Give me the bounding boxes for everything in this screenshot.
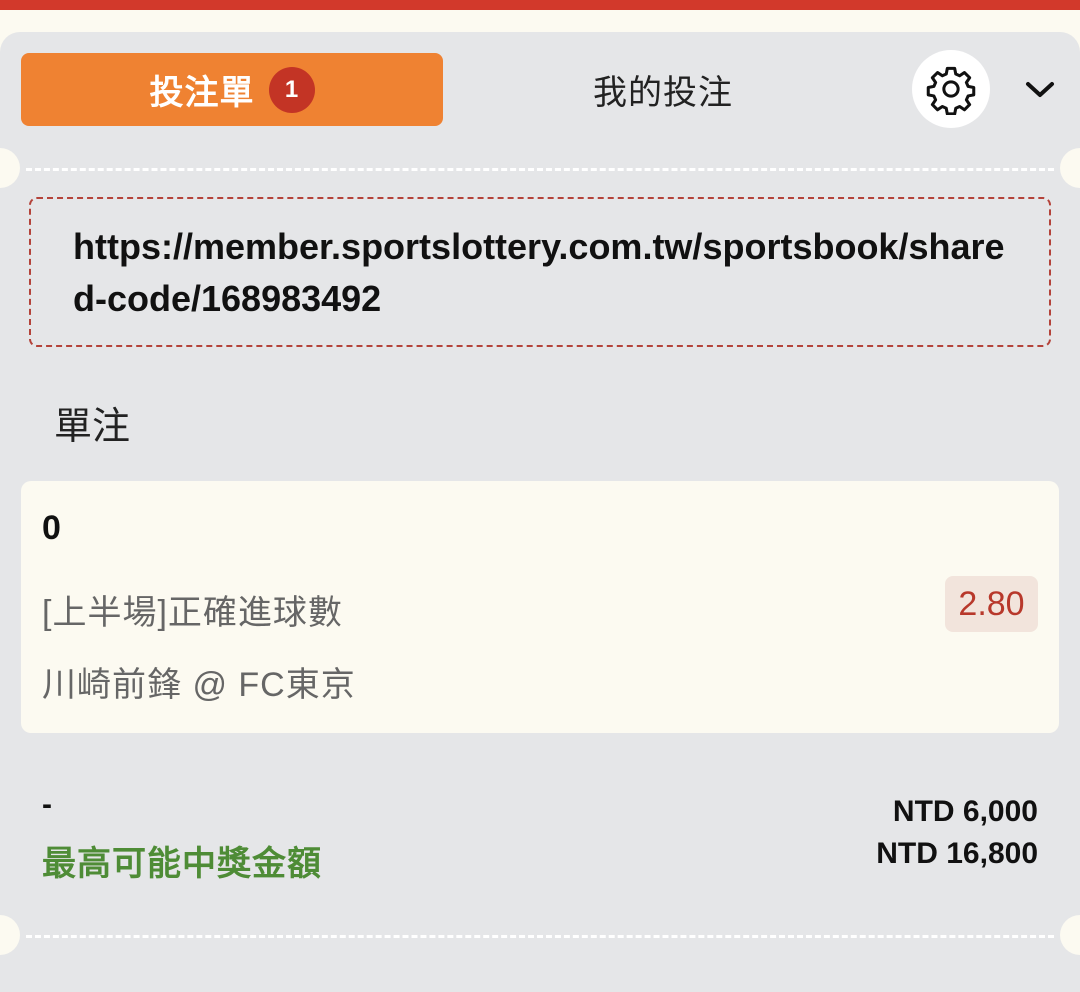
tab-betslip[interactable]: 投注單 1 <box>21 53 443 126</box>
odds-badge[interactable]: 2.80 <box>945 576 1038 632</box>
divider-bottom <box>26 935 1054 938</box>
divider-top <box>26 168 1054 171</box>
max-win-value: NTD 16,800 <box>876 837 1038 870</box>
collapse-button[interactable] <box>1018 72 1062 108</box>
stake-value: NTD 6,000 <box>892 795 1038 828</box>
max-win-label: 最高可能中獎金額 <box>42 845 322 883</box>
chevron-down-icon <box>1026 82 1054 97</box>
bet-market: [上半場]正確進球數 <box>42 594 343 632</box>
tab-my-bets[interactable]: 我的投注 <box>560 53 766 126</box>
share-url-box[interactable]: https://member.sportslottery.com.tw/spor… <box>29 197 1051 347</box>
bet-match: 川崎前鋒 @ FC東京 <box>42 666 356 704</box>
bet-card: 0 [上半場]正確進球數 川崎前鋒 @ FC東京 2.80 <box>21 481 1059 733</box>
bet-selection: 0 <box>42 509 61 547</box>
stake-label: - <box>42 788 52 821</box>
settings-button[interactable] <box>912 50 990 128</box>
tab-betslip-label: 投注單 <box>149 74 255 112</box>
share-url-text: https://member.sportslottery.com.tw/spor… <box>73 226 1005 319</box>
section-title-single: 單注 <box>54 406 131 448</box>
top-accent-bar <box>0 0 1080 10</box>
gear-icon <box>926 66 976 115</box>
betslip-count-badge: 1 <box>268 66 315 113</box>
